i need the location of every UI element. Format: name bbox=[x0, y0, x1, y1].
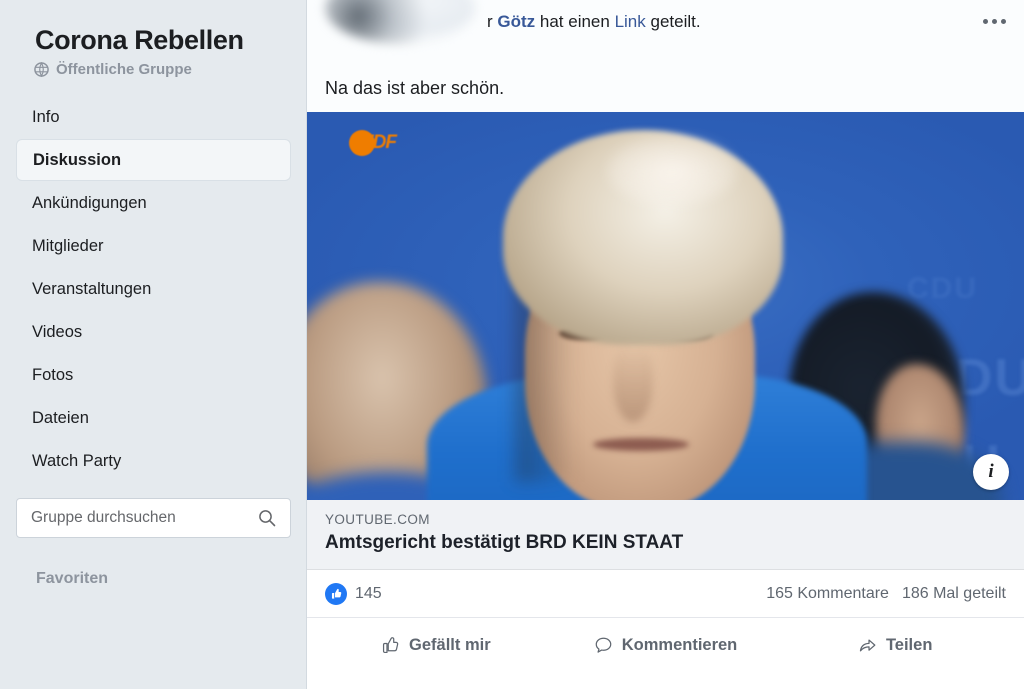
byline-middle: hat einen bbox=[535, 12, 615, 31]
post-more-options-button[interactable] bbox=[974, 4, 1014, 38]
like-button-label: Gefällt mir bbox=[409, 635, 491, 654]
post-body-text: Na das ist aber schön. bbox=[325, 78, 505, 98]
post-action-bar: Gefällt mir Kommentieren Teilen bbox=[307, 618, 1024, 672]
comment-bubble-icon bbox=[594, 636, 613, 655]
comment-button-label: Kommentieren bbox=[621, 635, 738, 654]
favorites-section-label: Favoriten bbox=[36, 570, 109, 587]
link-thumbnail[interactable]: CDU CDU CDU CDU bbox=[307, 112, 1024, 500]
feed-main: r Götz hat einen Link geteilt. Na das is… bbox=[307, 0, 1024, 689]
zdf-logo: ZDF bbox=[349, 130, 397, 156]
search-box[interactable] bbox=[16, 498, 291, 538]
sidebar-item-label: Mitglieder bbox=[32, 236, 104, 255]
post-header: r Götz hat einen Link geteilt. Na das is… bbox=[307, 0, 1024, 112]
post-stats-right: 165 Kommentare 186 Mal geteilt bbox=[766, 585, 1006, 603]
thumbs-up-outline-icon bbox=[381, 636, 400, 655]
group-search bbox=[16, 498, 291, 538]
byline-prefix: r bbox=[487, 12, 498, 31]
group-sidebar: Corona Rebellen Öffentliche Gruppe Info … bbox=[0, 0, 307, 689]
sidebar-item-fotos[interactable]: Fotos bbox=[16, 354, 291, 396]
subject-mouth bbox=[593, 438, 689, 451]
sidebar-nav: Info Diskussion Ankündigungen Mitglieder… bbox=[0, 96, 307, 482]
group-privacy: Öffentliche Gruppe bbox=[0, 56, 307, 78]
sidebar-item-label: Dateien bbox=[32, 408, 89, 427]
sidebar-item-label: Fotos bbox=[32, 365, 74, 384]
ellipsis-icon bbox=[1000, 18, 1006, 24]
sidebar-item-label: Ankündigungen bbox=[32, 193, 147, 212]
search-icon[interactable] bbox=[258, 509, 276, 527]
comment-button[interactable]: Kommentieren bbox=[551, 625, 781, 665]
post-byline: r Götz hat einen Link geteilt. bbox=[487, 12, 701, 32]
page-title: Corona Rebellen bbox=[35, 25, 244, 55]
sidebar-item-label: Diskussion bbox=[33, 150, 122, 169]
sidebar-item-info[interactable]: Info bbox=[16, 96, 291, 138]
byline-suffix: geteilt. bbox=[645, 12, 701, 31]
comment-count[interactable]: 165 Kommentare bbox=[766, 585, 889, 603]
sidebar-item-label: Watch Party bbox=[32, 451, 122, 470]
share-button-label: Teilen bbox=[885, 635, 933, 654]
like-button[interactable]: Gefällt mir bbox=[321, 625, 551, 665]
share-button[interactable]: Teilen bbox=[780, 625, 1010, 665]
post-card: r Götz hat einen Link geteilt. Na das is… bbox=[307, 0, 1024, 672]
sidebar-item-veranstaltungen[interactable]: Veranstaltungen bbox=[16, 268, 291, 310]
link-preview-title: Amtsgericht bestätigt BRD KEIN STAAT bbox=[325, 532, 684, 553]
thumbs-up-filled-icon bbox=[325, 582, 347, 605]
post-author-name[interactable]: Götz bbox=[497, 12, 535, 31]
sidebar-item-dateien[interactable]: Dateien bbox=[16, 397, 291, 439]
reaction-count: 145 bbox=[355, 584, 382, 602]
link-preview-domain: YOUTUBE.COM bbox=[325, 512, 430, 527]
post-stats-bar: 145 165 Kommentare 186 Mal geteilt bbox=[307, 570, 1024, 618]
facebook-group-page: Corona Rebellen Öffentliche Gruppe Info … bbox=[0, 0, 1024, 689]
sidebar-item-ankuendigungen[interactable]: Ankündigungen bbox=[16, 182, 291, 224]
backdrop-cdu-text: CDU bbox=[907, 272, 978, 305]
share-count[interactable]: 186 Mal geteilt bbox=[902, 585, 1006, 603]
link-preview[interactable]: YOUTUBE.COM Amtsgericht bestätigt BRD KE… bbox=[307, 500, 1024, 570]
sidebar-item-watch-party[interactable]: Watch Party bbox=[16, 440, 291, 482]
share-arrow-icon bbox=[858, 636, 877, 655]
sidebar-item-videos[interactable]: Videos bbox=[16, 311, 291, 353]
group-privacy-label: Öffentliche Gruppe bbox=[56, 61, 192, 78]
byline-link-word[interactable]: Link bbox=[615, 12, 646, 31]
subject-nose bbox=[613, 342, 653, 422]
sidebar-item-diskussion[interactable]: Diskussion bbox=[16, 139, 291, 181]
ellipsis-icon bbox=[991, 18, 997, 24]
sidebar-item-label: Veranstaltungen bbox=[32, 279, 152, 298]
sidebar-item-mitglieder[interactable]: Mitglieder bbox=[16, 225, 291, 267]
info-icon[interactable]: i bbox=[973, 454, 1009, 490]
info-icon-glyph: i bbox=[988, 461, 994, 482]
ellipsis-icon bbox=[982, 18, 988, 24]
zdf-logo-text: ZDF bbox=[362, 132, 397, 153]
sidebar-item-label: Videos bbox=[32, 322, 83, 341]
subject-hair-highlight bbox=[607, 136, 737, 206]
sidebar-item-label: Info bbox=[32, 107, 60, 126]
avatar[interactable] bbox=[325, 0, 475, 44]
globe-icon bbox=[34, 61, 49, 78]
reaction-summary[interactable]: 145 bbox=[325, 582, 382, 605]
search-input[interactable] bbox=[31, 509, 258, 527]
